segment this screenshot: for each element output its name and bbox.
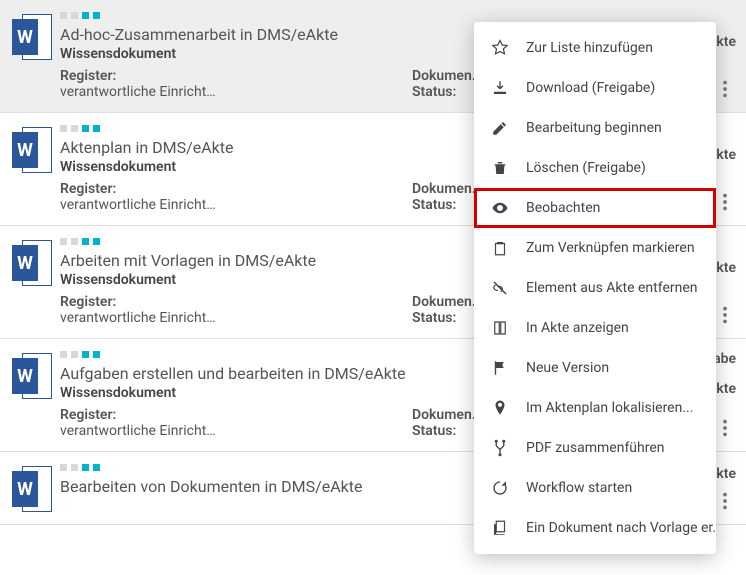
menu-item-trash[interactable]: Löschen (Freigabe) — [474, 148, 716, 188]
flag-icon — [490, 359, 510, 377]
register-label: Register: — [60, 68, 412, 84]
menu-item-flag[interactable]: Neue Version — [474, 348, 716, 388]
word-icon: W — [12, 353, 52, 399]
copy-icon — [490, 519, 510, 537]
menu-item-label: Löschen (Freigabe) — [526, 160, 646, 176]
file-type-icon: W — [4, 238, 60, 326]
register-value: verantwortliche Einricht… — [60, 310, 270, 326]
file-type-icon: W — [4, 125, 60, 213]
word-icon: W — [12, 14, 52, 60]
menu-item-label: Zur Liste hinzufügen — [526, 40, 653, 56]
menu-item-download[interactable]: Download (Freigabe) — [474, 68, 716, 108]
more-actions-button[interactable] — [714, 417, 736, 439]
download-icon — [490, 79, 510, 97]
menu-item-refresh[interactable]: Workflow starten — [474, 468, 716, 508]
unlink-icon — [490, 279, 510, 297]
menu-item-label: Beobachten — [526, 200, 600, 216]
word-icon: W — [12, 466, 52, 512]
context-menu: Zur Liste hinzufügen Download (Freigabe)… — [474, 22, 716, 554]
menu-item-label: Bearbeitung beginnen — [526, 120, 662, 136]
pin-icon — [490, 399, 510, 417]
more-actions-button[interactable] — [714, 304, 736, 326]
menu-item-label: PDF zusammenführen — [526, 440, 665, 456]
menu-item-label: Download (Freigabe) — [526, 80, 655, 96]
register-label: Register: — [60, 294, 412, 310]
word-icon: W — [12, 127, 52, 173]
register-value: verantwortliche Einricht… — [60, 84, 270, 100]
menu-item-clipboard[interactable]: Zum Verknüpfen markieren — [474, 228, 716, 268]
edit-icon — [490, 119, 510, 137]
book-icon — [490, 319, 510, 337]
menu-item-unlink[interactable]: Element aus Akte entfernen — [474, 268, 716, 308]
menu-item-label: Workflow starten — [526, 480, 632, 496]
word-icon: W — [12, 240, 52, 286]
register-label: Register: — [60, 181, 412, 197]
menu-item-merge[interactable]: PDF zusammenführen — [474, 428, 716, 468]
register-label: Register: — [60, 407, 412, 423]
menu-item-label: Element aus Akte entfernen — [526, 280, 698, 296]
more-actions-button[interactable] — [714, 78, 736, 100]
file-type-icon: W — [4, 351, 60, 439]
menu-item-edit[interactable]: Bearbeitung beginnen — [474, 108, 716, 148]
menu-item-pin[interactable]: Im Aktenplan lokalisieren... — [474, 388, 716, 428]
file-type-icon: W — [4, 464, 60, 512]
menu-item-copy[interactable]: Ein Dokument nach Vorlage er… — [474, 508, 716, 548]
register-value: verantwortliche Einricht… — [60, 423, 270, 439]
refresh-icon — [490, 479, 510, 497]
menu-item-star[interactable]: Zur Liste hinzufügen — [474, 28, 716, 68]
register-value: verantwortliche Einricht… — [60, 197, 270, 213]
more-actions-button[interactable] — [714, 191, 736, 213]
star-icon — [490, 39, 510, 57]
menu-item-label: Zum Verknüpfen markieren — [526, 240, 695, 256]
merge-icon — [490, 439, 510, 457]
clipboard-icon — [490, 239, 510, 257]
eye-icon — [490, 199, 510, 217]
menu-item-label: Im Aktenplan lokalisieren... — [526, 400, 693, 416]
menu-item-label: In Akte anzeigen — [526, 320, 629, 336]
trash-icon — [490, 159, 510, 177]
menu-item-label: Neue Version — [526, 360, 609, 376]
file-type-icon: W — [4, 12, 60, 100]
status-dots — [60, 12, 672, 19]
menu-item-label: Ein Dokument nach Vorlage er… — [526, 520, 716, 536]
menu-item-eye[interactable]: Beobachten — [474, 188, 716, 228]
menu-item-book[interactable]: In Akte anzeigen — [474, 308, 716, 348]
more-actions-button[interactable] — [714, 490, 736, 512]
